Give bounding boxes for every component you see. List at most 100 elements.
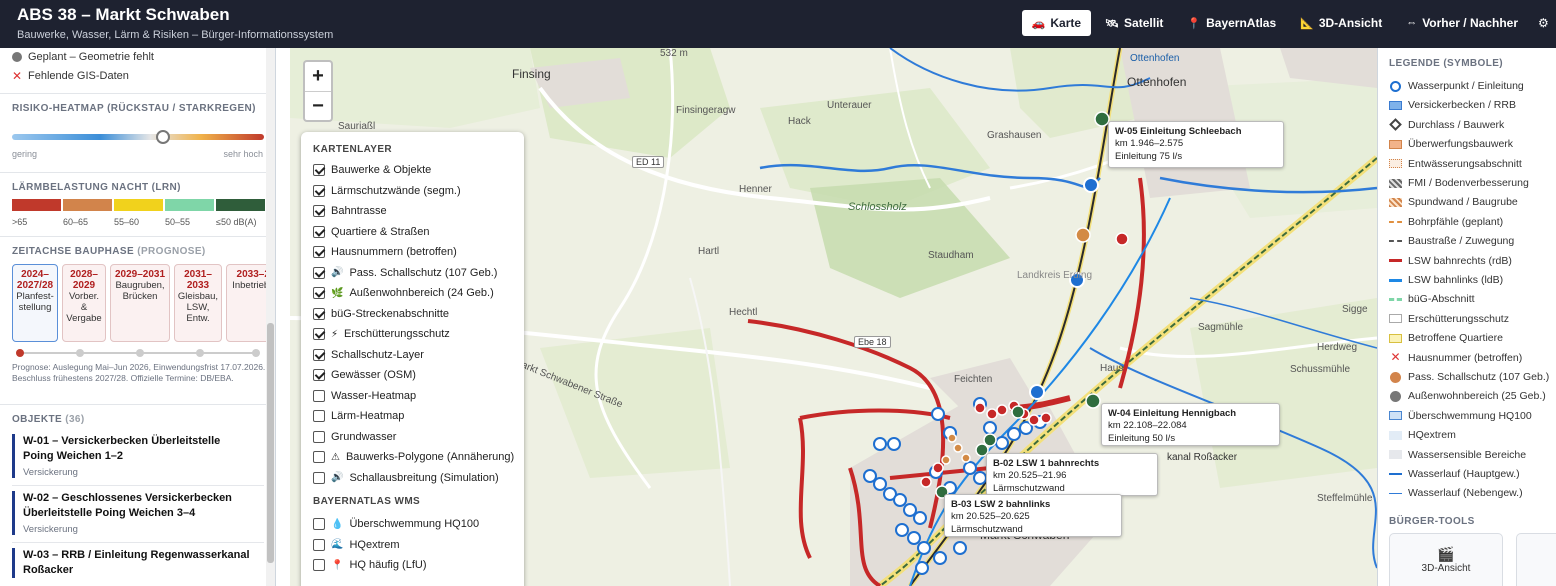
tab-vorher-nachher[interactable]: ⇔ Vorher / Nachher — [1396, 10, 1528, 36]
tool-card-next[interactable] — [1516, 533, 1556, 586]
layer-toggle[interactable]: 💧 Überschwemmung HQ100 — [313, 518, 479, 530]
grey-dot-icon — [12, 52, 22, 62]
object-list-item[interactable]: W-03 – RRB / Einleitung Regenwasserkanal… — [12, 548, 252, 578]
layer-label: Grundwasser — [331, 430, 397, 443]
layer-checkbox[interactable] — [313, 348, 325, 361]
layer-label: Gewässer (OSM) — [331, 369, 416, 381]
timeline-title: Zeitachse Bauphase (Prognose) — [12, 246, 206, 257]
phase-card[interactable]: 2031– 2033 Gleisbau, LSW, Entw. — [174, 264, 222, 342]
app-title: ABS 38 – Markt Schwaben — [17, 5, 230, 24]
callout-line2: Einleitung 75 l/s — [1115, 150, 1183, 162]
tab-karte[interactable]: 🚗 Karte — [1021, 10, 1092, 36]
timeline-title-text: Zeitachse Bauphase — [12, 246, 135, 257]
layer-toggle[interactable]: 🌿 Außenwohnbereich (24 Geb.) — [313, 287, 494, 299]
phase-label: Gleisbau, LSW, Entw. — [177, 291, 219, 324]
tool-3d-ansicht-button[interactable]: 🎬 3D-Ansicht — [1389, 533, 1503, 586]
layer-toggle[interactable]: Hausnummern (betroffen) — [313, 246, 457, 258]
phase-note: Prognose: Auslegung Mai–Jun 2026, Einwen… — [12, 362, 266, 384]
layer-checkbox[interactable] — [313, 205, 325, 217]
app-header: ABS 38 – Markt Schwaben Bauwerke, Wasser… — [0, 0, 1556, 48]
map-view[interactable]: Finsing Ottenhofen Ottenhofen Finsingera… — [290, 48, 1377, 586]
phase-dot[interactable] — [196, 349, 204, 357]
phase-dot[interactable] — [76, 349, 84, 357]
phase-card[interactable]: 2028– 2029 Vorber. & Vergabe — [62, 264, 106, 342]
layer-checkbox[interactable] — [313, 164, 325, 176]
layer-checkbox[interactable] — [313, 184, 325, 197]
layer-toggle[interactable]: Schallschutz-Layer — [313, 348, 424, 361]
layer-toggle[interactable]: Wasser-Heatmap — [313, 389, 416, 402]
layer-toggle[interactable]: 🔊 Schallausbreitung (Simulation) — [313, 471, 499, 484]
layer-checkbox[interactable] — [313, 225, 325, 238]
map-label-hechtl: Hechtl — [729, 307, 758, 318]
map-label-ottenhofen: Ottenhofen — [1127, 75, 1187, 89]
phase-dot[interactable] — [16, 349, 24, 357]
layer-checkbox[interactable] — [313, 266, 325, 279]
risk-slider-handle[interactable] — [156, 130, 171, 144]
layer-toggle[interactable]: Lärmschutzwände (segm.) — [313, 184, 461, 197]
object-list-item[interactable]: W-02 – Geschlossenes Versickerbecken Übe… — [12, 491, 252, 535]
layer-toggle[interactable]: büG-Streckenabschnitte — [313, 307, 449, 320]
layer-checkbox[interactable] — [313, 389, 325, 402]
sidebar-scrollbar[interactable] — [266, 48, 275, 586]
layer-checkbox[interactable] — [313, 410, 325, 422]
phase-years: 2031– 2033 — [184, 269, 212, 291]
objects-title-text: Objekte — [12, 414, 63, 425]
layer-checkbox[interactable] — [313, 430, 325, 443]
object-list-item[interactable]: W-01 – Versickerbecken Überleitstelle Po… — [12, 434, 252, 478]
tab-3d-ansicht[interactable]: 📐 3D-Ansicht — [1290, 10, 1392, 36]
layer-checkbox[interactable] — [313, 307, 325, 320]
callout-b02[interactable]: B-02 LSW 1 bahnrechts km 20.525–21.96 Lä… — [986, 453, 1158, 496]
layer-checkbox[interactable] — [313, 451, 325, 463]
callout-title: B-02 LSW 1 bahnrechts — [993, 458, 1100, 469]
layer-toggle[interactable]: 🌊 HQextrem — [313, 538, 400, 551]
layer-checkbox[interactable] — [313, 328, 325, 340]
zoom-in-button[interactable]: + — [305, 62, 331, 91]
layer-toggle[interactable]: Bauwerke & Objekte — [313, 164, 431, 176]
tab-satellit[interactable]: 🛰 Satellit — [1095, 10, 1173, 36]
phase-card[interactable]: 2029–2031 Baugruben, Brücken — [110, 264, 170, 342]
layer-toggle[interactable]: ⚡ Erschütterungsschutz — [313, 328, 450, 340]
layer-checkbox[interactable] — [313, 471, 325, 484]
layer-checkbox[interactable] — [313, 559, 325, 571]
callout-title: W-04 Einleitung Hennigbach — [1108, 408, 1237, 419]
layer-label: Quartiere & Straßen — [331, 225, 430, 238]
layer-checkbox[interactable] — [313, 369, 325, 381]
tab-label: Karte — [1050, 16, 1082, 30]
layer-toggle[interactable]: Lärm-Heatmap — [313, 410, 404, 422]
status-planned-row: Geplant – Geometrie fehlt — [12, 51, 154, 63]
tab-bayernatlas[interactable]: 📍 BayernAtlas — [1177, 10, 1286, 36]
legend-title: Legende (Symbole) — [1389, 58, 1504, 69]
phase-card[interactable]: 2024– 2027/28 Planfest- stellung — [12, 264, 58, 342]
layer-toggle[interactable]: Grundwasser — [313, 430, 397, 443]
map-label-sagmuehle: Sagmühle — [1198, 322, 1244, 333]
legend-panel: Legende (Symbole) Bürger-Tools 🎬 3D-Ansi… — [1377, 48, 1556, 586]
scrollbar-thumb[interactable] — [267, 323, 274, 563]
layer-icon: 📍 — [331, 559, 344, 571]
layer-toggle[interactable]: ⚠ Bauwerks-Polygone (Annäherung) — [313, 451, 514, 463]
callout-w05[interactable]: W-05 Einleitung Schleebach km 1.946–2.57… — [1108, 121, 1284, 168]
callout-line1: km 20.525–20.625 — [951, 511, 1030, 523]
layer-checkbox[interactable] — [313, 518, 325, 530]
callout-b03[interactable]: B-03 LSW 2 bahnlinks km 20.525–20.625 Lä… — [944, 494, 1122, 537]
layer-toggle[interactable]: Gewässer (OSM) — [313, 369, 416, 381]
legend-label: Wassersensible Bereiche — [1408, 448, 1527, 461]
layer-toggle[interactable]: 📍 HQ häufig (LfU) — [313, 559, 426, 571]
legend-item: Wassersensible Bereiche — [1389, 449, 1526, 461]
callout-w04[interactable]: W-04 Einleitung Hennigbach km 22.108–22.… — [1101, 403, 1280, 446]
car-icon: 🚗 — [1031, 17, 1046, 30]
map-label-unterauer: Unterauer — [827, 100, 872, 111]
layer-toggle[interactable]: 🔊 Pass. Schallschutz (107 Geb.) — [313, 266, 497, 279]
phase-dot[interactable] — [136, 349, 144, 357]
zoom-out-button[interactable]: − — [305, 91, 331, 120]
line-blue3-icon — [1389, 488, 1402, 499]
layer-checkbox[interactable] — [313, 538, 325, 551]
layer-toggle[interactable]: Quartiere & Straßen — [313, 225, 430, 238]
tab-overflow[interactable]: ⚙ — [1532, 10, 1556, 36]
layer-checkbox[interactable] — [313, 246, 325, 258]
tool-label: 3D-Ansicht — [1421, 563, 1471, 574]
risk-slider-track[interactable] — [12, 134, 264, 140]
phase-dot[interactable] — [252, 349, 260, 357]
layer-checkbox[interactable] — [313, 287, 325, 299]
layer-toggle[interactable]: Bahntrasse — [313, 205, 387, 217]
legend-item: Wasserlauf (Hauptgew.) — [1389, 468, 1520, 480]
